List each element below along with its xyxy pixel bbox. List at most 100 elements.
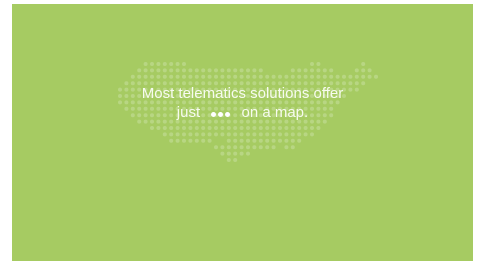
map-dot xyxy=(233,126,238,130)
map-dot xyxy=(354,74,359,79)
map-dot xyxy=(214,68,218,73)
headline-line-2: just on a map. xyxy=(12,103,473,123)
map-dot xyxy=(182,126,186,130)
map-dot xyxy=(194,126,199,130)
map-dot xyxy=(143,62,148,66)
map-dot xyxy=(329,68,334,73)
map-dot xyxy=(169,74,174,79)
map-dot xyxy=(290,132,295,137)
map-dot xyxy=(258,132,263,137)
map-dot xyxy=(374,74,378,79)
map-dot xyxy=(233,68,238,73)
map-dot xyxy=(220,151,225,156)
map-dot xyxy=(258,74,263,79)
map-dot xyxy=(290,138,295,143)
map-dot xyxy=(169,138,174,143)
map-dot xyxy=(329,74,334,79)
map-dot xyxy=(239,68,244,73)
map-dot xyxy=(252,132,257,137)
map-dot xyxy=(265,74,270,79)
map-dot xyxy=(258,68,263,73)
map-dot xyxy=(252,145,257,150)
map-dot xyxy=(220,68,225,73)
map-dot xyxy=(297,132,302,137)
map-dot xyxy=(182,68,186,73)
map-dot xyxy=(162,68,167,73)
map-dot xyxy=(239,145,244,150)
map-dot xyxy=(150,62,154,66)
map-dot xyxy=(207,138,212,143)
map-dot xyxy=(290,126,295,130)
map-dot xyxy=(265,132,270,137)
map-dot xyxy=(367,74,372,79)
map-dot xyxy=(182,138,186,143)
map-dot xyxy=(137,74,142,79)
map-dot xyxy=(220,132,225,137)
map-dot xyxy=(233,158,238,162)
map-dot xyxy=(226,158,231,162)
map-dot xyxy=(143,68,148,73)
map-dot xyxy=(258,138,263,143)
map-dot xyxy=(182,74,186,79)
headline-line-1: Most telematics solutions offer xyxy=(141,85,344,102)
map-dot xyxy=(162,126,167,130)
map-dot xyxy=(220,126,225,130)
map-dot xyxy=(252,138,257,143)
map-dot xyxy=(290,68,295,73)
map-dot xyxy=(258,126,263,130)
map-dot xyxy=(194,138,199,143)
usa-dot-map xyxy=(118,62,378,162)
map-dot xyxy=(278,132,282,137)
map-dot xyxy=(271,126,276,130)
map-dot xyxy=(156,68,161,73)
map-dot xyxy=(265,145,270,150)
map-dot xyxy=(226,145,231,150)
map-dot xyxy=(303,74,308,79)
map-dot xyxy=(361,74,366,79)
map-dot xyxy=(246,126,250,130)
map-dot xyxy=(297,68,302,73)
map-dot xyxy=(239,74,244,79)
map-dot xyxy=(271,132,276,137)
map-dot xyxy=(188,132,193,137)
map-dot xyxy=(258,145,263,150)
map-dot xyxy=(201,68,206,73)
map-dot xyxy=(169,68,174,73)
map-dot xyxy=(316,62,321,66)
map-dot xyxy=(284,126,289,130)
map-dot xyxy=(214,132,218,137)
map-dot xyxy=(214,126,218,130)
map-dot xyxy=(194,68,199,73)
hero-headline: Most telematics solutions offer just on … xyxy=(12,84,473,123)
headline-on-map-text: on a map. xyxy=(241,104,309,121)
map-dot xyxy=(194,132,199,137)
map-dot xyxy=(246,145,250,150)
map-dot xyxy=(348,74,353,79)
map-dot xyxy=(284,145,289,150)
map-dot xyxy=(188,68,193,73)
map-dot xyxy=(335,74,340,79)
map-dot xyxy=(367,68,372,73)
map-dot xyxy=(303,132,308,137)
map-dot xyxy=(175,68,180,73)
map-dot xyxy=(290,145,295,150)
map-dot xyxy=(316,126,321,130)
map-dot xyxy=(303,68,308,73)
map-dot xyxy=(226,138,231,143)
map-dot xyxy=(188,138,193,143)
map-dot xyxy=(354,68,359,73)
map-dot xyxy=(162,62,167,66)
map-dot xyxy=(278,126,282,130)
map-dot xyxy=(233,138,238,143)
map-dot xyxy=(290,74,295,79)
map-dot xyxy=(226,68,231,73)
map-dot xyxy=(342,74,346,79)
hero-panel: Most telematics solutions offer just on … xyxy=(12,4,473,261)
map-dot xyxy=(188,74,193,79)
map-dot xyxy=(137,68,142,73)
headline-just-text: just xyxy=(176,104,201,121)
map-dot xyxy=(175,74,180,79)
map-dot xyxy=(246,132,250,137)
map-dot xyxy=(226,151,231,156)
map-dot xyxy=(310,74,314,79)
